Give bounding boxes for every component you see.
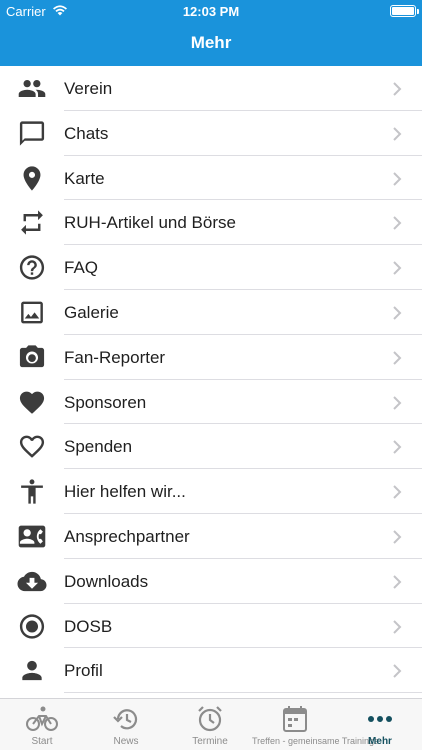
chevron-right-icon — [392, 484, 402, 500]
navigation-header: Carrier 12:03 PM Mehr — [0, 0, 422, 66]
person-icon — [16, 656, 48, 685]
chevron-right-icon — [392, 619, 402, 635]
menu-item-label: Fan-Reporter — [64, 347, 166, 367]
tab-label: Treffen - gemeinsame Trainings — [252, 736, 379, 746]
chat-bubble-icon — [16, 119, 48, 148]
tab-label: News — [113, 736, 139, 747]
tab-label: Mehr — [368, 736, 392, 747]
tab-mehr[interactable]: Mehr — [338, 699, 422, 750]
cloud-download-icon — [16, 567, 48, 596]
more-dots-icon — [363, 705, 397, 733]
menu-item-fan-reporter[interactable]: Fan-Reporter — [0, 335, 422, 380]
menu-item-label: Chats — [64, 123, 109, 143]
chevron-right-icon — [392, 305, 402, 321]
tab-start[interactable]: Start — [0, 699, 84, 750]
menu-item-galerie[interactable]: Galerie — [0, 290, 422, 335]
menu-item-label: Verein — [64, 79, 113, 98]
row-divider — [64, 692, 422, 694]
menu-item-faq[interactable]: FAQ — [0, 245, 422, 290]
menu-item-ansprechpartner[interactable]: Ansprechpartner — [0, 514, 422, 559]
page-title: Mehr — [190, 33, 232, 52]
menu-item-sponsoren[interactable]: Sponsoren — [0, 380, 422, 425]
menu-item-chats[interactable]: Chats — [0, 111, 422, 156]
chevron-right-icon — [392, 395, 402, 411]
menu-item-label: Galerie — [64, 303, 119, 322]
tab-termine[interactable]: Termine — [168, 699, 252, 750]
camera-icon — [16, 343, 48, 372]
menu-item-label: FAQ — [64, 258, 99, 278]
status-bar: Carrier 12:03 PM — [0, 3, 422, 21]
chevron-right-icon — [392, 171, 402, 187]
menu-list: Verein Chats Karte RUH-Artikel und Börse… — [0, 66, 422, 698]
menu-item-label: Spenden — [64, 437, 133, 457]
menu-item-ruh-artikel[interactable]: RUH-Artikel und Börse — [0, 200, 422, 246]
tab-treffen[interactable]: Treffen - gemeinsame Trainings — [252, 699, 379, 750]
tab-label: Termine — [192, 736, 228, 747]
map-pin-icon — [16, 164, 48, 193]
clock-time: 12:03 PM — [182, 4, 240, 19]
menu-item-label: Hier helfen wir... — [64, 482, 186, 502]
menu-item-label: Downloads — [64, 571, 149, 591]
history-icon — [109, 705, 143, 733]
menu-item-label: Ansprechpartner — [64, 527, 190, 546]
chevron-right-icon — [392, 663, 402, 679]
tab-bar: Start News Termine Treffen - gemeinsame … — [0, 698, 422, 750]
battery-icon — [390, 5, 419, 17]
help-circle-icon — [16, 253, 48, 282]
menu-item-label: RUH-Artikel und Börse — [64, 213, 236, 233]
menu-item-spenden[interactable]: Spenden — [0, 424, 422, 470]
contact-card-icon — [16, 522, 48, 551]
menu-item-verein[interactable]: Verein — [0, 66, 422, 111]
accessibility-icon — [16, 477, 48, 506]
menu-item-karte[interactable]: Karte — [0, 156, 422, 201]
heart-filled-icon — [16, 388, 48, 417]
chevron-right-icon — [392, 574, 402, 590]
chevron-right-icon — [392, 126, 402, 142]
chevron-right-icon — [392, 215, 402, 231]
menu-item-profil[interactable]: Profil — [0, 648, 422, 694]
menu-item-label: Karte — [64, 168, 105, 188]
chevron-right-icon — [392, 439, 402, 455]
menu-item-label: DOSB — [64, 616, 113, 636]
radio-button-icon — [16, 612, 48, 641]
chevron-right-icon — [392, 81, 402, 97]
chevron-right-icon — [392, 260, 402, 276]
chevron-right-icon — [392, 350, 402, 366]
bicycle-icon — [25, 705, 59, 733]
tab-news[interactable]: News — [84, 699, 168, 750]
menu-item-downloads[interactable]: Downloads — [0, 559, 422, 604]
repeat-icon — [16, 208, 48, 237]
chevron-right-icon — [392, 529, 402, 545]
people-icon — [16, 74, 48, 103]
menu-item-dosb[interactable]: DOSB — [0, 604, 422, 649]
menu-item-label: Profil — [64, 661, 103, 681]
calendar-icon — [278, 705, 312, 733]
alarm-clock-icon — [193, 705, 227, 733]
image-icon — [16, 298, 48, 327]
heart-outline-icon — [16, 432, 48, 461]
menu-item-label: Sponsoren — [64, 392, 147, 412]
tab-label: Start — [31, 736, 53, 747]
menu-item-hier-helfen-wir[interactable]: Hier helfen wir... — [0, 469, 422, 514]
